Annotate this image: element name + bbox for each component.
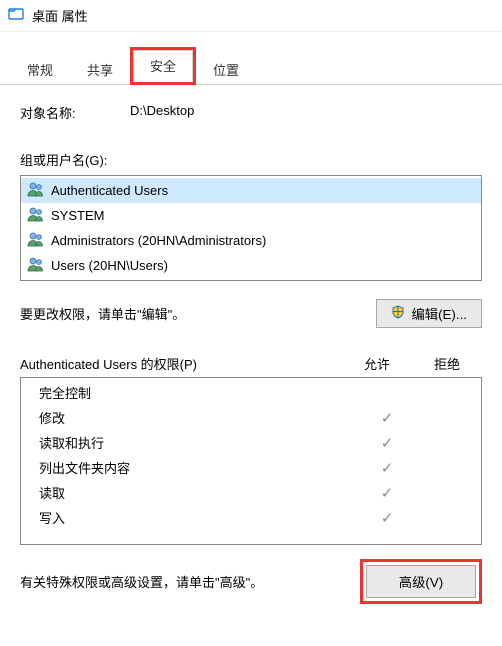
object-name-value: D:\Desktop	[130, 103, 194, 122]
edit-row: 要更改权限，请单击"编辑"。 编辑(E)...	[20, 299, 482, 328]
edit-button[interactable]: 编辑(E)...	[376, 299, 482, 328]
list-item[interactable]: Users (20HN\Users)	[21, 253, 481, 278]
list-item-label: SYSTEM	[51, 208, 104, 223]
permission-name: 读取	[39, 483, 359, 502]
permissions-listbox[interactable]: 完全控制修改✓读取和执行✓列出文件夹内容✓读取✓写入✓	[20, 377, 482, 545]
users-group-icon	[27, 256, 45, 275]
advanced-hint: 有关特殊权限或高级设置，请单击"高级"。	[20, 572, 263, 591]
tab-security-highlight: 安全	[130, 47, 196, 85]
advanced-button-label: 高级(V)	[399, 572, 443, 591]
users-group-icon	[27, 206, 45, 225]
object-name-label: 对象名称:	[20, 103, 130, 122]
list-item-label: Authenticated Users	[51, 183, 168, 198]
list-item[interactable]: Administrators (20HN\Administrators)	[21, 228, 481, 253]
permission-name: 完全控制	[39, 383, 359, 402]
users-group-icon	[27, 231, 45, 250]
advanced-row: 有关特殊权限或高级设置，请单击"高级"。 高级(V)	[20, 559, 482, 604]
edit-hint: 要更改权限，请单击"编辑"。	[20, 304, 185, 323]
permission-name: 写入	[39, 508, 359, 527]
permissions-col-deny: 拒绝	[412, 354, 482, 373]
tab-sharing[interactable]: 共享	[70, 54, 130, 85]
titlebar: 桌面 属性	[0, 0, 502, 32]
permission-allow-check: ✓	[359, 409, 415, 427]
advanced-button-highlight: 高级(V)	[360, 559, 482, 604]
permission-allow-check: ✓	[359, 484, 415, 502]
list-item-label: Administrators (20HN\Administrators)	[51, 233, 266, 248]
permissions-subject: Authenticated Users 的权限(P)	[20, 354, 342, 373]
permission-row: 列出文件夹内容✓	[21, 455, 481, 480]
permission-name: 列出文件夹内容	[39, 458, 359, 477]
permission-row: 修改✓	[21, 405, 481, 430]
edit-button-label: 编辑(E)...	[411, 304, 467, 323]
tab-security[interactable]: 安全	[133, 50, 193, 82]
groups-listbox[interactable]: Authenticated Users SYSTEM Administrators …	[20, 175, 482, 281]
advanced-button[interactable]: 高级(V)	[366, 565, 476, 598]
shield-icon	[391, 305, 405, 322]
list-item-label: Users (20HN\Users)	[51, 258, 168, 273]
permission-allow-check: ✓	[359, 509, 415, 527]
permission-row: 读取和执行✓	[21, 430, 481, 455]
groups-label: 组或用户名(G):	[20, 150, 482, 169]
permission-allow-check: ✓	[359, 434, 415, 452]
tab-general[interactable]: 常规	[10, 54, 70, 85]
permission-name: 修改	[39, 408, 359, 427]
tabs: 常规 共享 安全 位置	[0, 32, 502, 85]
list-item[interactable]: Authenticated Users	[21, 178, 481, 203]
users-group-icon	[27, 181, 45, 200]
security-panel: 对象名称: D:\Desktop 组或用户名(G): Authenticated…	[0, 85, 502, 614]
permissions-header: Authenticated Users 的权限(P) 允许 拒绝	[20, 354, 482, 373]
permission-allow-check: ✓	[359, 459, 415, 477]
permission-name: 读取和执行	[39, 433, 359, 452]
object-name-row: 对象名称: D:\Desktop	[20, 103, 482, 122]
permissions-col-allow: 允许	[342, 354, 412, 373]
permission-row: 读取✓	[21, 480, 481, 505]
folder-icon	[8, 6, 24, 25]
list-item[interactable]: SYSTEM	[21, 203, 481, 228]
window-title: 桌面 属性	[32, 6, 88, 25]
permission-row: 完全控制	[21, 380, 481, 405]
tab-location[interactable]: 位置	[196, 54, 256, 85]
permission-row: 写入✓	[21, 505, 481, 530]
